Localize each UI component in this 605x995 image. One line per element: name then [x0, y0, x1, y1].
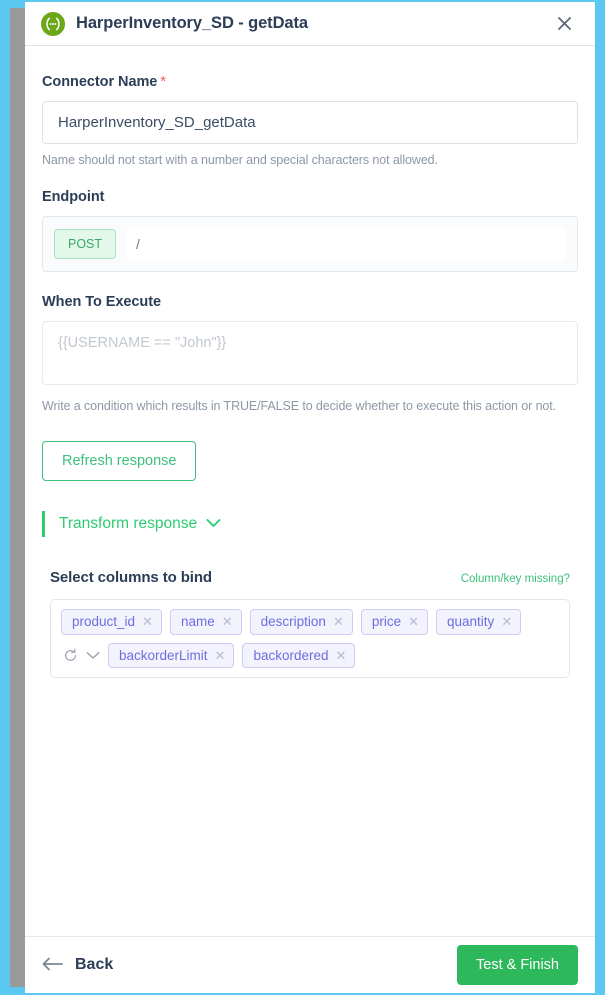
column-tag[interactable]: backorderLimit ✕	[108, 643, 234, 669]
column-tag-label: quantity	[447, 615, 494, 629]
select-columns-section: Select columns to bind Column/key missin…	[42, 569, 578, 678]
close-icon[interactable]: ✕	[501, 615, 512, 628]
connector-name-label-text: Connector Name	[42, 74, 157, 90]
connector-name-field-group: Connector Name* Name should not start wi…	[42, 74, 578, 167]
transform-response-accordion[interactable]: Transform response	[42, 511, 221, 537]
column-tag[interactable]: description ✕	[250, 609, 353, 635]
multiselect-actions	[63, 648, 100, 663]
when-to-execute-label: When To Execute	[42, 294, 578, 310]
select-columns-title: Select columns to bind	[50, 569, 212, 586]
close-icon[interactable]: ✕	[222, 615, 233, 628]
close-icon[interactable]	[551, 11, 577, 37]
close-icon[interactable]: ✕	[333, 615, 344, 628]
column-tag[interactable]: price ✕	[361, 609, 428, 635]
refresh-response-button[interactable]: Refresh response	[42, 441, 196, 481]
close-icon[interactable]: ✕	[336, 649, 347, 662]
close-icon[interactable]: ✕	[215, 649, 226, 662]
when-to-execute-field-group: When To Execute Write a condition which …	[42, 294, 578, 413]
refresh-icon[interactable]	[63, 648, 78, 663]
endpoint-label: Endpoint	[42, 189, 578, 205]
modal-body: Connector Name* Name should not start wi…	[25, 46, 595, 936]
column-tag-label: name	[181, 615, 215, 629]
modal-footer: Back Test & Finish	[25, 936, 595, 993]
http-method-selector[interactable]: POST	[54, 229, 116, 259]
close-icon[interactable]: ✕	[142, 615, 153, 628]
endpoint-path-input[interactable]	[126, 228, 566, 260]
back-button-label: Back	[75, 956, 113, 974]
spacer	[42, 167, 578, 189]
when-to-execute-textarea[interactable]	[42, 321, 578, 385]
connector-config-modal: HarperInventory_SD - getData Connector N…	[25, 2, 595, 993]
select-columns-header: Select columns to bind Column/key missin…	[50, 569, 570, 586]
harper-logo-icon	[41, 12, 65, 36]
column-tag-label: price	[372, 615, 401, 629]
test-and-finish-button[interactable]: Test & Finish	[457, 945, 578, 985]
column-tag[interactable]: product_id ✕	[61, 609, 162, 635]
chevron-down-icon	[206, 515, 221, 533]
chevron-down-icon[interactable]	[86, 651, 100, 660]
connector-name-label: Connector Name*	[42, 74, 578, 90]
arrow-left-icon	[42, 957, 64, 974]
column-tag[interactable]: name ✕	[170, 609, 242, 635]
columns-multiselect[interactable]: product_id ✕ name ✕ description ✕ price …	[50, 599, 570, 678]
endpoint-input-wrapper: POST	[42, 216, 578, 272]
required-marker: *	[160, 74, 166, 90]
column-tag-label: backordered	[253, 649, 328, 663]
page-backdrop-overlay	[10, 8, 25, 987]
transform-response-label: Transform response	[59, 515, 197, 533]
column-tag-label: description	[261, 615, 326, 629]
close-icon[interactable]: ✕	[408, 615, 419, 628]
back-button[interactable]: Back	[42, 956, 113, 974]
column-tag-label: backorderLimit	[119, 649, 208, 663]
column-tag[interactable]: quantity ✕	[436, 609, 521, 635]
column-tag-label: product_id	[72, 615, 135, 629]
page-right-accent-bar	[595, 0, 605, 995]
column-tag[interactable]: backordered ✕	[242, 643, 355, 669]
modal-header: HarperInventory_SD - getData	[25, 2, 595, 46]
when-to-execute-helper-text: Write a condition which results in TRUE/…	[42, 399, 578, 413]
connector-name-input[interactable]	[42, 101, 578, 144]
column-key-missing-link[interactable]: Column/key missing?	[461, 573, 570, 585]
page-left-accent-bar	[0, 0, 10, 995]
spacer	[42, 272, 578, 294]
modal-title: HarperInventory_SD - getData	[76, 14, 551, 33]
endpoint-field-group: Endpoint POST	[42, 189, 578, 272]
app-screen: HarperInventory_SD - getData Connector N…	[0, 0, 605, 995]
connector-name-helper-text: Name should not start with a number and …	[42, 153, 578, 167]
